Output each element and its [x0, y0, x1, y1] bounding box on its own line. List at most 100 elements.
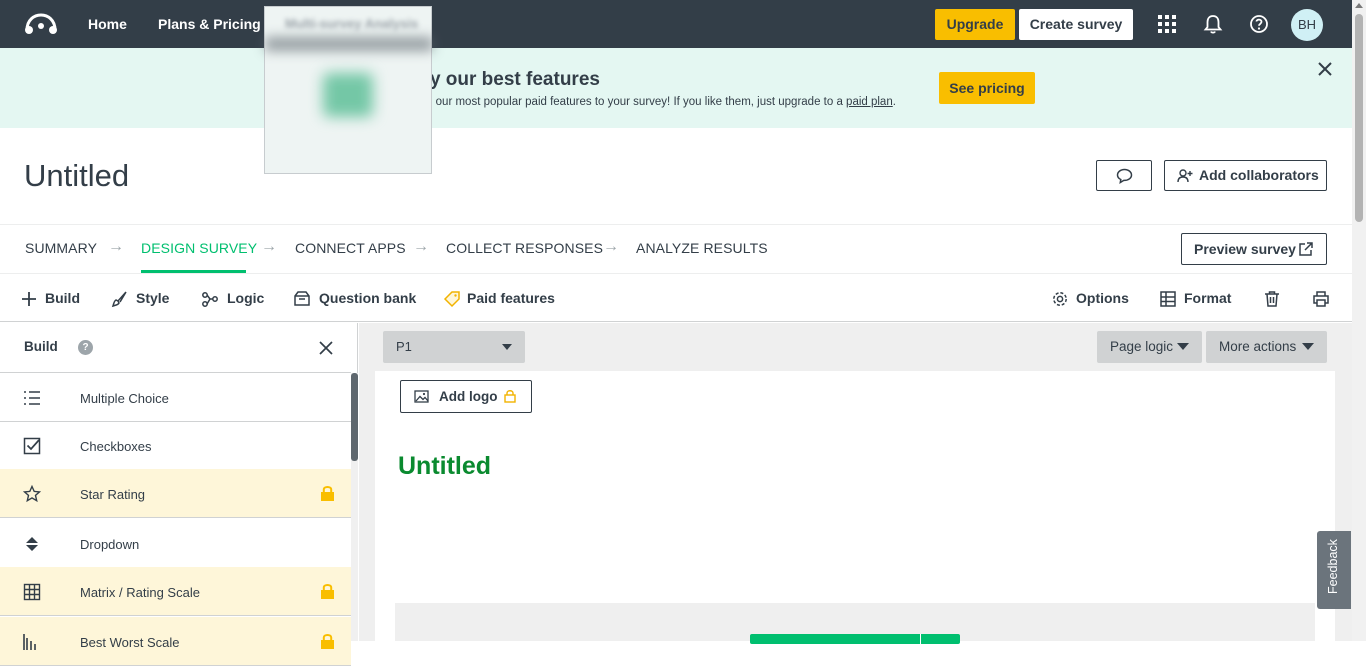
question-bank-icon[interactable]	[293, 290, 311, 308]
user-avatar[interactable]: BH	[1291, 9, 1323, 41]
more-actions-label: More actions	[1219, 339, 1297, 354]
question-area	[395, 603, 1315, 644]
active-step-underline	[141, 270, 246, 273]
scroll-up-arrow-icon[interactable]	[1355, 3, 1363, 8]
step-arrow-icon: →	[413, 238, 429, 255]
step-arrow-icon: →	[603, 238, 619, 255]
external-link-icon	[1299, 242, 1313, 256]
promo-banner	[0, 48, 1352, 128]
question-type-checkboxes[interactable]: Checkboxes	[0, 421, 351, 470]
question-type-label: Multiple Choice	[80, 391, 169, 406]
step-analyze-results[interactable]: ANALYZE RESULTS	[636, 240, 768, 256]
grid-icon	[23, 583, 41, 601]
step-design-survey[interactable]: DESIGN SURVEY	[141, 240, 257, 256]
plus-icon[interactable]	[20, 290, 38, 308]
nav-home-link[interactable]: Home	[88, 0, 127, 48]
surveymonkey-logo-icon[interactable]	[24, 12, 58, 36]
page-logic-label: Page logic	[1110, 339, 1174, 354]
lock-icon	[321, 486, 334, 501]
question-type-best-worst-scale[interactable]: Best Worst Scale	[0, 617, 351, 666]
help-question-icon[interactable]: ?	[78, 340, 93, 355]
preview-survey-label: Preview survey	[1194, 241, 1296, 257]
add-logo-label: Add logo	[439, 389, 498, 404]
survey-heading[interactable]: Untitled	[398, 452, 491, 481]
tag-icon[interactable]	[443, 290, 461, 308]
add-logo-button[interactable]: Add logo	[400, 380, 532, 413]
close-banner-icon[interactable]	[1316, 60, 1334, 78]
question-type-star-rating[interactable]: Star Rating	[0, 469, 351, 518]
paid-features-tab[interactable]: Paid features	[467, 290, 555, 306]
build-panel-title: Build	[24, 339, 58, 354]
add-person-icon	[1177, 169, 1193, 183]
page-select-dropdown[interactable]: P1	[383, 331, 525, 363]
bars-icon	[23, 634, 36, 650]
print-icon[interactable]	[1312, 290, 1330, 308]
panel-scrollbar-thumb[interactable]	[351, 373, 358, 461]
question-type-label: Matrix / Rating Scale	[80, 585, 200, 600]
logic-tab[interactable]: Logic	[227, 290, 264, 306]
banner-text-suffix: .	[892, 96, 896, 108]
top-navigation-bar: Home Plans & Pricing Upgrade Create surv…	[0, 0, 1366, 48]
format-tab[interactable]: Format	[1184, 290, 1231, 306]
step-collect-responses[interactable]: COLLECT RESPONSES	[446, 240, 603, 256]
question-type-label: Best Worst Scale	[80, 635, 180, 650]
feedback-tab[interactable]: Feedback	[1317, 531, 1351, 609]
checkbox-icon	[23, 437, 41, 455]
step-summary[interactable]: SUMMARY	[25, 240, 97, 256]
build-tab[interactable]: Build	[45, 290, 80, 306]
question-type-dropdown[interactable]: Dropdown	[0, 519, 351, 568]
overlay-blur-bar	[265, 37, 433, 51]
brush-icon[interactable]	[111, 290, 129, 308]
lock-icon	[504, 390, 516, 403]
next-button[interactable]	[750, 634, 960, 644]
step-connect-apps[interactable]: CONNECT APPS	[295, 240, 406, 256]
page-select-value: P1	[396, 339, 412, 354]
close-panel-icon[interactable]	[318, 340, 334, 356]
chevron-down-icon	[1302, 343, 1314, 350]
see-pricing-button[interactable]: See pricing	[939, 72, 1035, 104]
notifications-bell-icon[interactable]	[1203, 14, 1223, 34]
question-type-multiple-choice[interactable]: Multiple Choice	[0, 373, 351, 422]
list-icon	[24, 391, 40, 405]
question-type-label: Star Rating	[80, 487, 146, 502]
preview-survey-button[interactable]: Preview survey	[1181, 233, 1327, 265]
dropdown-icon	[26, 537, 38, 551]
chevron-down-icon	[1177, 343, 1189, 350]
style-tab[interactable]: Style	[136, 290, 169, 306]
logic-branch-icon[interactable]	[201, 290, 219, 308]
button-divider	[920, 634, 921, 644]
apps-grid-icon[interactable]	[1157, 14, 1177, 34]
question-type-label: Checkboxes	[80, 439, 152, 454]
paid-plan-link[interactable]: paid plan	[846, 96, 893, 108]
overlay-illustration	[323, 73, 373, 117]
question-bank-tab[interactable]: Question bank	[319, 290, 416, 306]
step-arrow-icon: →	[261, 238, 277, 255]
survey-title[interactable]: Untitled	[24, 158, 129, 194]
trash-icon[interactable]	[1263, 290, 1281, 308]
add-collaborators-label: Add collaborators	[1199, 167, 1319, 183]
help-icon[interactable]	[1249, 14, 1269, 34]
add-collaborators-button[interactable]: Add collaborators	[1164, 160, 1327, 191]
image-icon	[414, 390, 429, 403]
gear-icon[interactable]	[1051, 290, 1069, 308]
page-logic-dropdown[interactable]: Page logic	[1097, 331, 1202, 363]
comment-bubble-icon	[1116, 168, 1133, 184]
create-survey-button[interactable]: Create survey	[1019, 9, 1133, 40]
options-tab[interactable]: Options	[1076, 290, 1129, 306]
page-scrollbar-thumb[interactable]	[1355, 14, 1363, 222]
format-grid-icon[interactable]	[1159, 290, 1177, 308]
lock-icon	[321, 584, 334, 599]
star-icon	[23, 485, 41, 503]
upgrade-button[interactable]: Upgrade	[935, 9, 1015, 40]
comments-button[interactable]	[1096, 160, 1152, 191]
question-type-matrix-rating-scale[interactable]: Matrix / Rating Scale	[0, 567, 351, 616]
more-actions-dropdown[interactable]: More actions	[1206, 331, 1327, 363]
lock-icon	[321, 634, 334, 649]
banner-title: Try our best features	[412, 69, 600, 90]
question-type-label: Dropdown	[80, 537, 140, 552]
nav-multi-survey-analysis-item[interactable]: Multi-survey Analysis	[285, 16, 418, 31]
nav-plans-pricing-link[interactable]: Plans & Pricing	[158, 0, 261, 48]
banner-text-prefix: Add our most popular paid features to yo…	[412, 96, 847, 108]
nav-dropdown-overlay[interactable]: Multi-survey Analysis	[264, 6, 433, 174]
chevron-down-icon	[502, 344, 512, 350]
